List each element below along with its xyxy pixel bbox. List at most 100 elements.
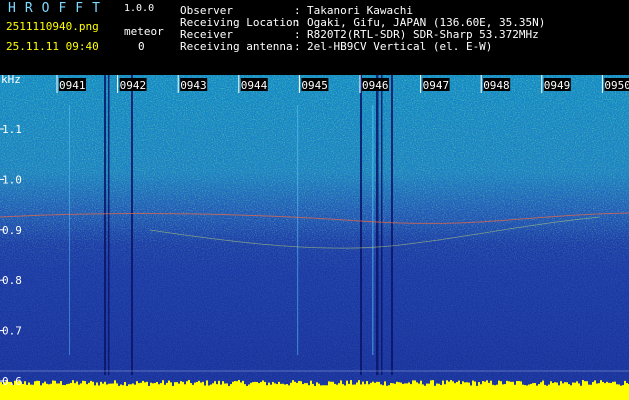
antenna-value: 2el-HB9CV Vertical (el. E-W) [307, 40, 493, 53]
amplitude-bar [78, 384, 80, 400]
amplitude-bar [128, 384, 130, 400]
amplitude-bar [610, 382, 612, 400]
amplitude-bar [444, 384, 446, 400]
amplitude-bar [254, 381, 256, 400]
amplitude-bar [428, 383, 430, 400]
amplitude-bar [360, 384, 362, 400]
amplitude-bar [230, 384, 232, 400]
amplitude-bar [280, 383, 282, 400]
amplitude-bar [584, 381, 586, 400]
amplitude-bar [468, 382, 470, 400]
amplitude-bar [474, 381, 476, 400]
time-tick-label: 0943 [180, 79, 207, 92]
amplitude-bar [66, 384, 68, 400]
freq-unit-label: kHz [1, 75, 21, 86]
header: HROFFT 1.0.0 2511110940.png 25.11.11 09:… [0, 0, 629, 75]
amplitude-bar [122, 385, 124, 400]
amplitude-bar [414, 380, 416, 400]
amplitude-bar [486, 380, 488, 400]
amplitude-bar [222, 381, 224, 400]
amplitude-bar [524, 385, 526, 400]
signal-streak [372, 105, 374, 355]
amplitude-bar [288, 385, 290, 400]
amplitude-bar [332, 381, 334, 400]
amplitude-bar [396, 381, 398, 400]
freq-tick-label: 0.7 [2, 325, 22, 338]
amplitude-bar [612, 381, 614, 400]
amplitude-bar [342, 384, 344, 400]
amplitude-bar [44, 381, 46, 400]
amplitude-bar [454, 383, 456, 400]
amplitude-bar [504, 384, 506, 400]
amplitude-bar [232, 381, 234, 400]
spectrogram-canvas: kHz 1.1 1.0 0.9 0.8 0.7 0.6 0941 0942 0943 0944 09… [0, 75, 629, 400]
amplitude-bar [70, 382, 72, 400]
amplitude-bar [538, 384, 540, 400]
amplitude-bar [272, 381, 274, 400]
amplitude-bar [528, 384, 530, 400]
amplitude-bar [338, 383, 340, 400]
amplitude-bar [224, 383, 226, 400]
amplitude-bar [58, 383, 60, 400]
amplitude-bar [370, 382, 372, 400]
amplitude-bar [246, 385, 248, 400]
time-tick-label: 0947 [423, 79, 450, 92]
amplitude-bar [104, 381, 106, 400]
amplitude-bar [126, 385, 128, 400]
amplitude-bar [226, 383, 228, 400]
amplitude-bar [50, 383, 52, 400]
time-tick-label: 0944 [241, 79, 268, 92]
amplitude-bar [518, 381, 520, 400]
amplitude-bar [606, 381, 608, 400]
amplitude-bar [300, 381, 302, 400]
amplitude-bar [320, 385, 322, 400]
amplitude-bar [358, 380, 360, 400]
amplitude-bar [260, 382, 262, 400]
freq-tick-label: 0.9 [2, 224, 22, 237]
amplitude-bar [100, 381, 102, 400]
amplitude-bar [578, 383, 580, 400]
amplitude-bar [400, 382, 402, 400]
amplitude-bar [552, 383, 554, 400]
amplitude-bar [188, 380, 190, 400]
amplitude-bar [170, 382, 172, 400]
amplitude-bar [450, 380, 452, 400]
amplitude-bar [248, 384, 250, 400]
amplitude-bar [86, 384, 88, 400]
amplitude-bar [374, 382, 376, 400]
antenna-label: Receiving antenna [180, 40, 293, 53]
amplitude-bar [148, 385, 150, 400]
amplitude-bar [566, 382, 568, 400]
amplitude-bar [64, 385, 66, 400]
amplitude-bar [106, 384, 108, 400]
spectrogram-noise-dark [0, 75, 629, 400]
amplitude-bar [310, 380, 312, 400]
time-tick-label: 0948 [483, 79, 510, 92]
amplitude-bar [520, 381, 522, 400]
amplitude-bar [430, 380, 432, 400]
amplitude-bar [368, 384, 370, 400]
amplitude-bar [336, 384, 338, 400]
amplitude-bar [270, 384, 272, 400]
interference-streak [381, 75, 383, 375]
amplitude-bar [440, 384, 442, 400]
amplitude-bar [544, 384, 546, 400]
freq-tick-label: 1.0 [2, 173, 22, 186]
amplitude-bar [236, 381, 238, 400]
amplitude-bar [60, 381, 62, 400]
amplitude-bar [596, 383, 598, 400]
app-version: 1.0.0 [124, 3, 155, 14]
amplitude-bar [614, 381, 616, 400]
amplitude-bar [196, 381, 198, 400]
amplitude-bar [458, 380, 460, 400]
amplitude-bar [448, 381, 450, 400]
amplitude-bar [392, 383, 394, 400]
amplitude-bar [350, 380, 352, 400]
amplitude-bar [564, 382, 566, 400]
amplitude-bar [446, 380, 448, 400]
amplitude-bar [386, 385, 388, 400]
amplitude-bar [22, 383, 24, 400]
amplitude-bar [140, 382, 142, 400]
amplitude-bar [256, 381, 258, 400]
amplitude-bar [626, 383, 628, 400]
